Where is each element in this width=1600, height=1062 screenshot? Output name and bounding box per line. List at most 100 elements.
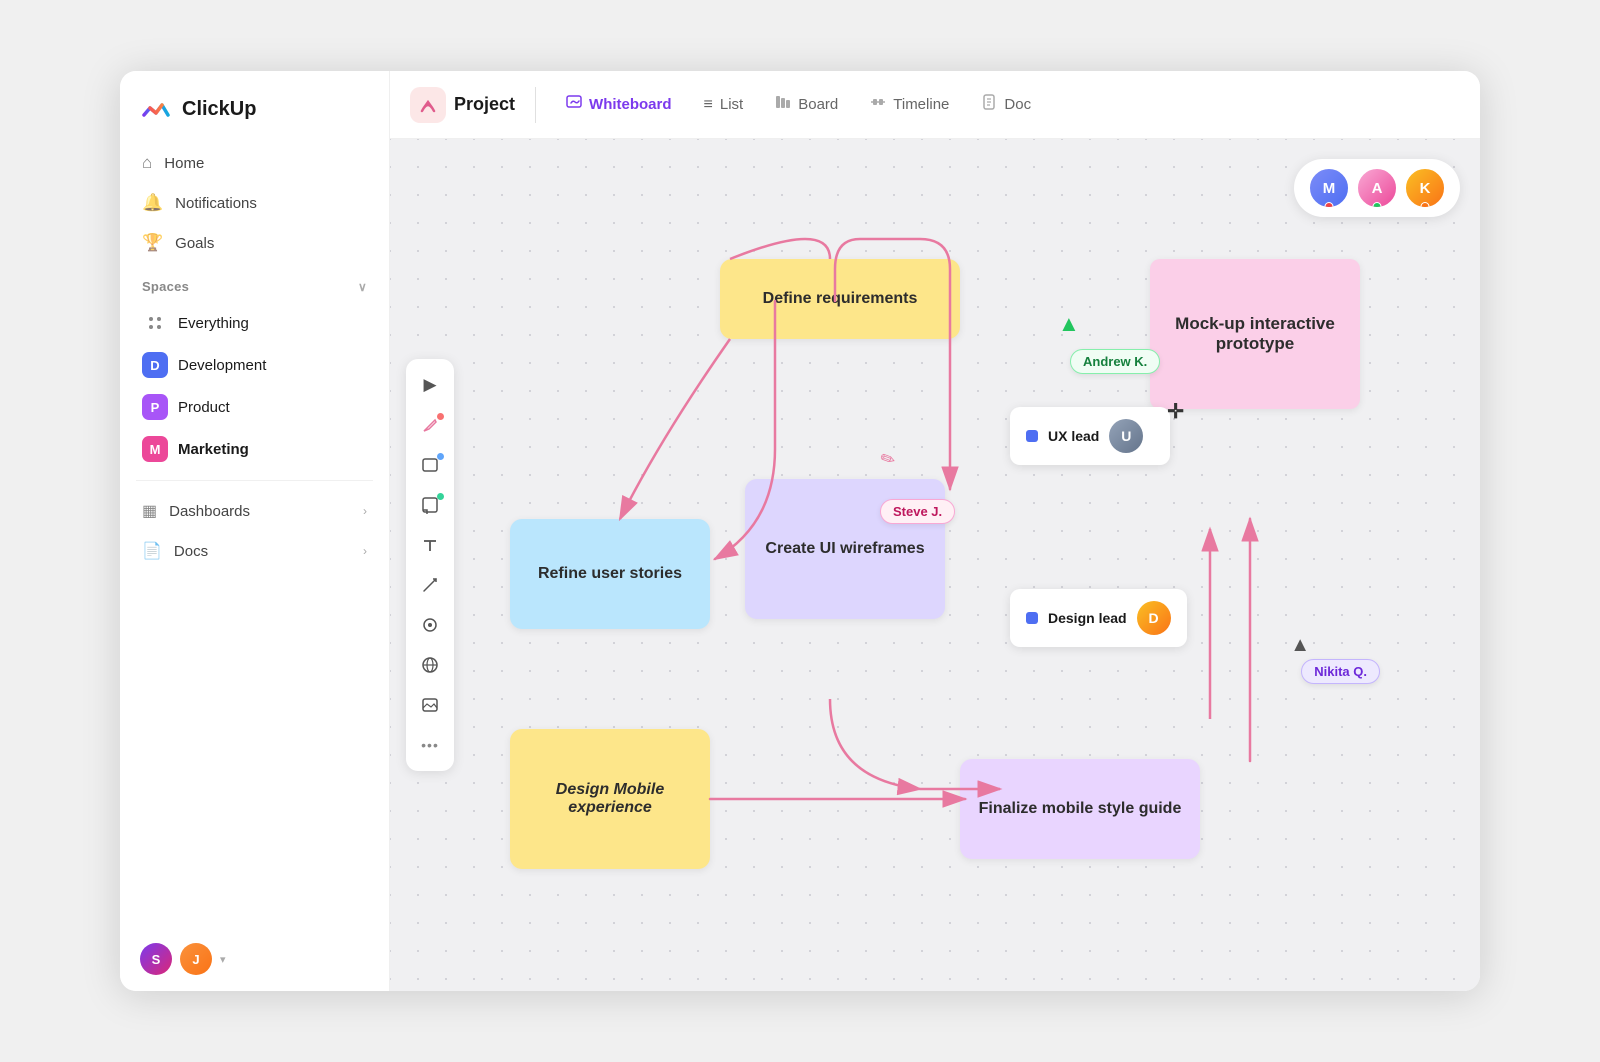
sidebar-bottom-nav: ▦ Dashboards › 📄 Docs › (120, 491, 389, 571)
tag-andrew-text: Andrew K. (1083, 354, 1147, 369)
user-avatar-img[interactable]: J (180, 943, 212, 975)
card-refine-stories[interactable]: Refine user stories (510, 519, 710, 629)
sidebar-item-label-goals: Goals (175, 235, 214, 252)
wb-avatar-3[interactable]: K (1404, 167, 1446, 209)
card-define-requirements[interactable]: Define requirements (720, 259, 960, 339)
footer-chevron-icon[interactable]: ▾ (220, 953, 226, 966)
marketing-badge: M (142, 436, 168, 462)
tool-connector[interactable] (412, 567, 448, 603)
tab-timeline[interactable]: Timeline (856, 86, 963, 123)
divider-1 (136, 480, 373, 481)
cursor-green: ▲ (1058, 311, 1080, 337)
design-lead-avatar: D (1137, 601, 1171, 635)
card-finalize-guide[interactable]: Finalize mobile style guide (960, 759, 1200, 859)
sidebar-item-dashboards[interactable]: ▦ Dashboards › (132, 491, 377, 531)
docs-icon: 📄 (142, 541, 162, 561)
tab-whiteboard[interactable]: Whiteboard (552, 86, 686, 123)
wb-avatar-2[interactable]: A (1356, 167, 1398, 209)
spaces-label: Spaces (142, 279, 189, 294)
sidebar-item-label-marketing: Marketing (178, 441, 249, 458)
sidebar-item-marketing[interactable]: M Marketing (132, 428, 377, 470)
tool-note[interactable] (412, 487, 448, 523)
whiteboard-canvas[interactable]: ▶ (390, 139, 1480, 991)
spaces-nav: Everything D Development P Product M Mar… (120, 302, 389, 470)
card-design-mobile[interactable]: Design Mobile experience (510, 729, 710, 869)
tool-magic[interactable] (412, 607, 448, 643)
tool-more[interactable]: ••• (412, 727, 448, 763)
card-finalize-guide-text: Finalize mobile style guide (979, 800, 1182, 818)
project-icon (410, 87, 446, 123)
sidebar-item-home[interactable]: ⌂ Home (132, 143, 377, 183)
sidebar-item-development[interactable]: D Development (132, 344, 377, 386)
tab-list[interactable]: ≡ List (690, 88, 758, 122)
card-create-wireframes-text: Create UI wireframes (765, 540, 924, 558)
list-tab-icon: ≡ (704, 96, 713, 114)
tool-globe[interactable] (412, 647, 448, 683)
sidebar-item-label-everything: Everything (178, 315, 249, 332)
tab-board-label: Board (798, 96, 838, 113)
card-mockup[interactable]: Mock-up interactive prototype (1150, 259, 1360, 409)
tag-nikita-text: Nikita Q. (1314, 664, 1367, 679)
sidebar-item-label-docs: Docs (174, 543, 208, 560)
sidebar-item-notifications[interactable]: 🔔 Notifications (132, 183, 377, 223)
ux-lead-avatar: U (1109, 419, 1143, 453)
sidebar-item-product[interactable]: P Product (132, 386, 377, 428)
sidebar-item-everything[interactable]: Everything (132, 302, 377, 344)
cursor-pencil: ✏ (877, 447, 898, 472)
sidebar-item-docs[interactable]: 📄 Docs › (132, 531, 377, 571)
ux-lead-text: UX lead (1048, 428, 1099, 444)
user-avatar-s[interactable]: S (140, 943, 172, 975)
main-content: Project Whiteboard ≡ List Boar (390, 71, 1480, 991)
header-project: Project (410, 87, 536, 123)
design-lead-dot (1026, 612, 1038, 624)
tool-rect[interactable] (412, 447, 448, 483)
dashboards-icon: ▦ (142, 501, 157, 521)
sidebar-item-label-dashboards: Dashboards (169, 503, 250, 520)
header-tabs: Whiteboard ≡ List Board Timeline (552, 86, 1045, 123)
timeline-tab-icon (870, 94, 886, 115)
sidebar-item-goals[interactable]: 🏆 Goals (132, 223, 377, 263)
ux-lead-dot (1026, 430, 1038, 442)
logo: ClickUp (120, 71, 389, 143)
whiteboard-toolbar: ▶ (406, 359, 454, 771)
tag-andrew: Andrew K. (1070, 349, 1160, 374)
spaces-chevron-icon[interactable]: ∨ (358, 280, 367, 294)
cursor-arrow-nikita: ▲ (1290, 634, 1310, 657)
sidebar-item-label-development: Development (178, 357, 266, 374)
sidebar-item-label-notifications: Notifications (175, 195, 257, 212)
header: Project Whiteboard ≡ List Boar (390, 71, 1480, 139)
product-badge: P (142, 394, 168, 420)
whiteboard-avatar-group: M A K (1294, 159, 1460, 217)
tab-doc-label: Doc (1004, 96, 1031, 113)
avatar-indicator-2 (1373, 202, 1382, 209)
ux-lead-card: UX lead U ✛ (1010, 407, 1170, 465)
tool-cursor[interactable]: ▶ (412, 367, 448, 403)
sidebar-item-label-product: Product (178, 399, 230, 416)
whiteboard-tab-icon (566, 94, 582, 115)
move-cursor-icon: ✛ (1167, 399, 1184, 424)
tool-pen[interactable] (412, 407, 448, 443)
card-design-mobile-text: Design Mobile experience (526, 781, 694, 817)
sidebar-nav: ⌂ Home 🔔 Notifications 🏆 Goals (120, 143, 389, 263)
card-mockup-text: Mock-up interactive prototype (1166, 314, 1344, 354)
spaces-section-header: Spaces ∨ (120, 263, 389, 302)
development-badge: D (142, 352, 168, 378)
tag-steve: Steve J. (880, 499, 955, 524)
design-lead-text: Design lead (1048, 610, 1127, 626)
card-define-requirements-text: Define requirements (763, 290, 918, 308)
sidebar-item-label-home: Home (164, 155, 204, 172)
goals-icon: 🏆 (142, 233, 163, 253)
logo-icon (140, 93, 172, 125)
board-tab-icon (775, 94, 791, 115)
tab-doc[interactable]: Doc (967, 86, 1045, 123)
card-refine-stories-text: Refine user stories (538, 565, 682, 583)
tab-board[interactable]: Board (761, 86, 852, 123)
docs-chevron-icon: › (363, 544, 367, 558)
sidebar: ClickUp ⌂ Home 🔔 Notifications 🏆 Goals S… (120, 71, 390, 991)
tool-text[interactable] (412, 527, 448, 563)
avatar-indicator-3 (1421, 202, 1430, 209)
project-title: Project (454, 94, 515, 115)
bell-icon: 🔔 (142, 193, 163, 213)
tool-image[interactable] (412, 687, 448, 723)
wb-avatar-1[interactable]: M (1308, 167, 1350, 209)
